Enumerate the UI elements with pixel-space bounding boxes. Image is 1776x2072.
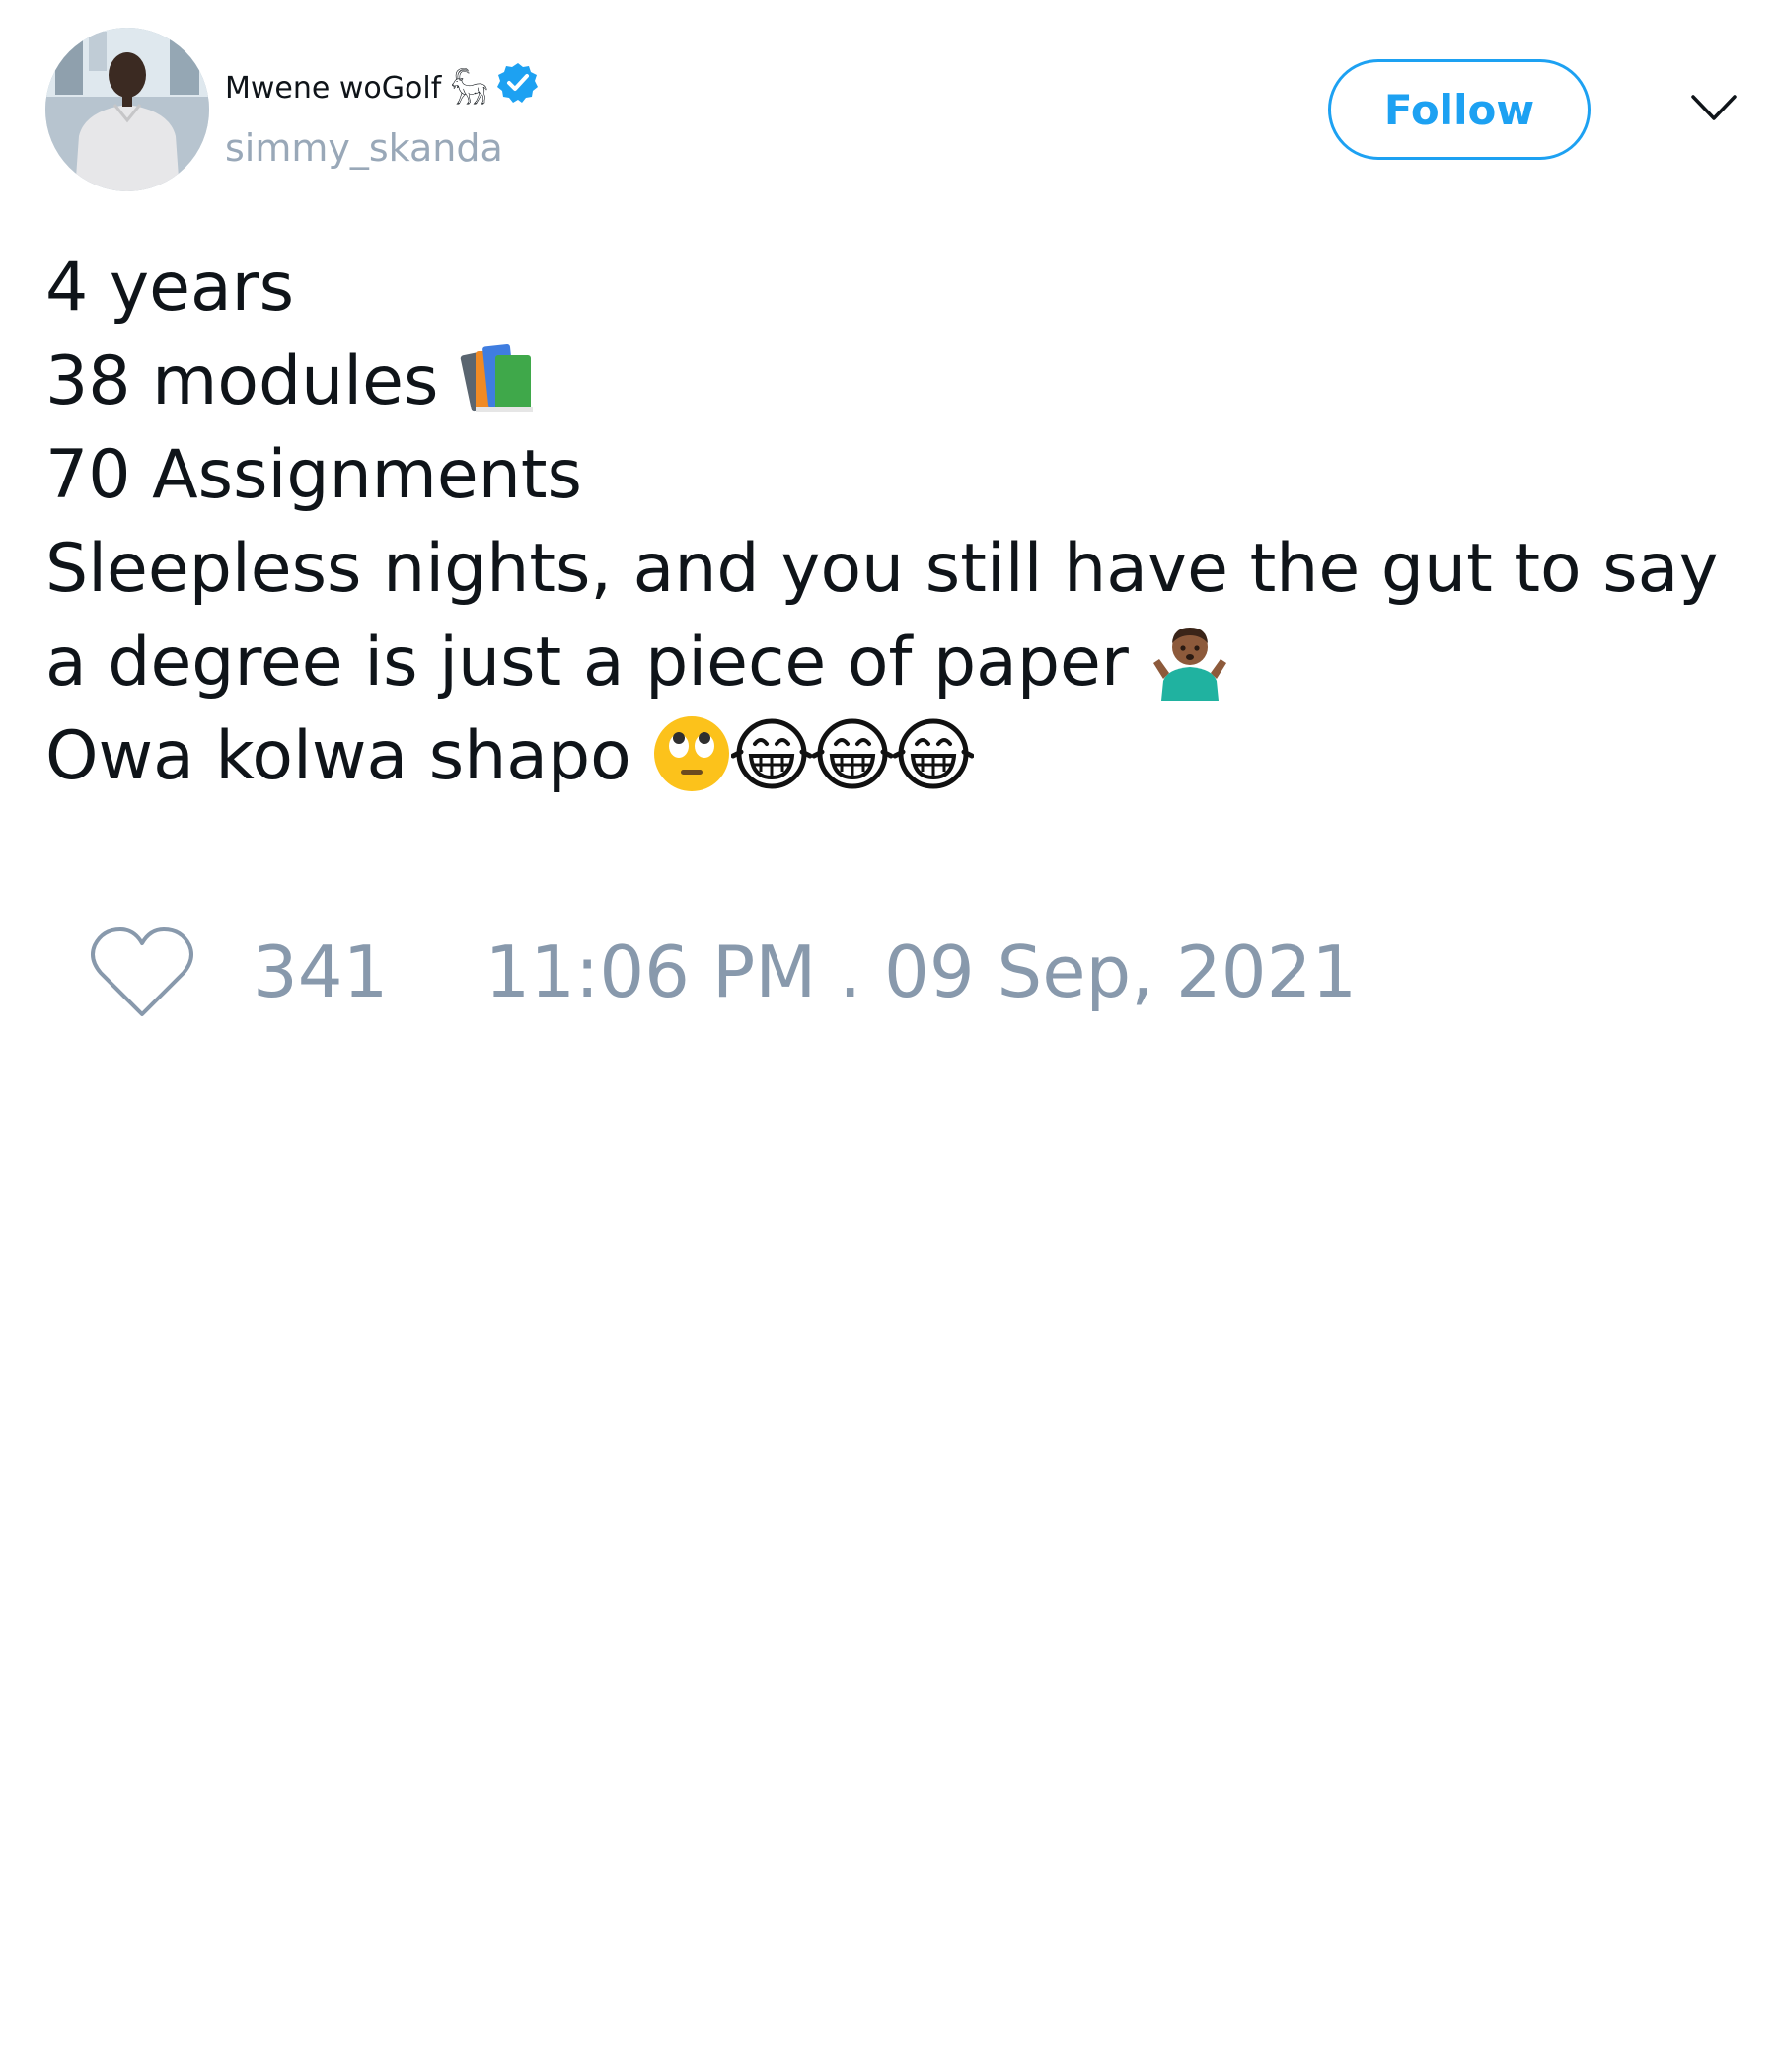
laughing-tears-emoji: [893, 714, 975, 793]
books-emoji: [460, 341, 539, 416]
tweet-line: 4 years: [45, 241, 1762, 334]
tweet-line: Sleepless nights, and you still have the…: [45, 522, 1762, 616]
tweet-line: a degree is just a piece of paper: [45, 616, 1762, 709]
display-name[interactable]: Mwene woGolf 𓃵: [225, 58, 488, 108]
avatar-image: [45, 28, 209, 191]
tweet-line-text: Sleepless nights, and you still have the…: [45, 530, 1719, 608]
avatar[interactable]: [45, 28, 209, 191]
tweet-line-text: 38 modules: [45, 342, 439, 420]
face-with-rolling-eyes-emoji: [652, 714, 731, 793]
tweet-card: Mwene woGolf 𓃵 simmy_skanda Follow 4 yea…: [0, 0, 1776, 2072]
like-count: 341: [253, 930, 389, 1013]
follow-button[interactable]: Follow: [1328, 59, 1591, 160]
tweet-line: 70 Assignments: [45, 428, 1762, 522]
tweet-line: 38 modules: [45, 334, 1762, 428]
tweet-line-text: a degree is just a piece of paper: [45, 624, 1129, 702]
tweet-line-text: 70 Assignments: [45, 436, 582, 514]
user-handle[interactable]: simmy_skanda: [225, 126, 503, 170]
tweet-text: 4 years 38 modules 70 Assignments Sleepl…: [45, 241, 1762, 803]
timestamp[interactable]: 11:06 PM . 09 Sep, 2021: [484, 930, 1357, 1013]
laughing-tears-emoji: [812, 714, 894, 793]
tweet-line: Owa kolwa shapo: [45, 709, 1762, 803]
tweet-line-text: 4 years: [45, 249, 295, 327]
display-name-row[interactable]: Mwene woGolf 𓃵: [225, 58, 540, 108]
verified-badge-icon: [496, 61, 540, 105]
tweet-footer: 341 11:06 PM . 09 Sep, 2021: [89, 913, 1357, 1031]
tweet-line-text: Owa kolwa shapo: [45, 717, 631, 795]
laughing-tears-emoji: [731, 714, 813, 793]
chevron-down-icon[interactable]: [1689, 89, 1739, 128]
man-shrugging-emoji: [1149, 620, 1230, 702]
heart-icon[interactable]: [89, 924, 195, 1020]
